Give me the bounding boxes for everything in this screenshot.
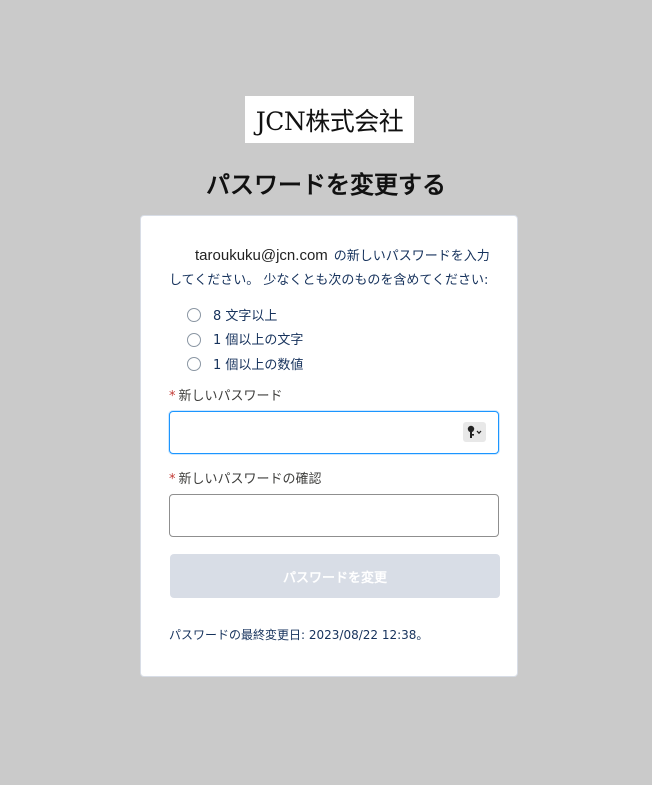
requirement-item: 1 個以上の文字 xyxy=(187,327,303,352)
page-title: パスワードを変更する xyxy=(206,171,446,199)
requirement-unchecked-icon xyxy=(187,332,201,347)
change-password-button[interactable]: パスワードを変更 xyxy=(170,554,500,598)
password-requirements-list: 8 文字以上 1 個以上の文字 1 個以上の数値 xyxy=(187,302,303,376)
confirm-password-label: * 新しいパスワードの確認 xyxy=(169,468,322,487)
requirement-label: 1 個以上の数値 xyxy=(213,357,304,373)
last-changed-text: パスワードの最終変更日: 2023/08/22 12:38。 xyxy=(169,628,429,642)
requirement-unchecked-icon xyxy=(187,308,201,323)
new-password-label-text: 新しいパスワード xyxy=(178,389,283,404)
confirm-password-label-text: 新しいパスワードの確認 xyxy=(178,472,322,487)
company-logo: JCN株式会社 xyxy=(245,96,414,143)
new-password-input[interactable] xyxy=(169,411,499,454)
requirement-label: 1 個以上の文字 xyxy=(213,333,304,349)
change-password-card: taroukuku@jcn.com の新しいパスワードを入力してください。 少なく… xyxy=(140,215,518,677)
new-password-label: * 新しいパスワード xyxy=(169,385,283,404)
requirement-label: 8 文字以上 xyxy=(213,308,278,324)
logo-text: JCN株式会社 xyxy=(255,106,404,136)
user-email: taroukuku@jcn.com xyxy=(195,247,328,264)
intro-text: taroukuku@jcn.com の新しいパスワードを入力してください。 少なく… xyxy=(169,244,499,293)
required-marker: * xyxy=(169,472,176,487)
required-marker: * xyxy=(169,389,176,404)
password-manager-button[interactable] xyxy=(463,422,486,442)
confirm-password-input[interactable] xyxy=(169,494,499,537)
key-icon xyxy=(467,425,481,438)
requirement-unchecked-icon xyxy=(187,357,201,372)
requirement-item: 1 個以上の数値 xyxy=(187,351,303,376)
requirement-item: 8 文字以上 xyxy=(187,302,303,327)
